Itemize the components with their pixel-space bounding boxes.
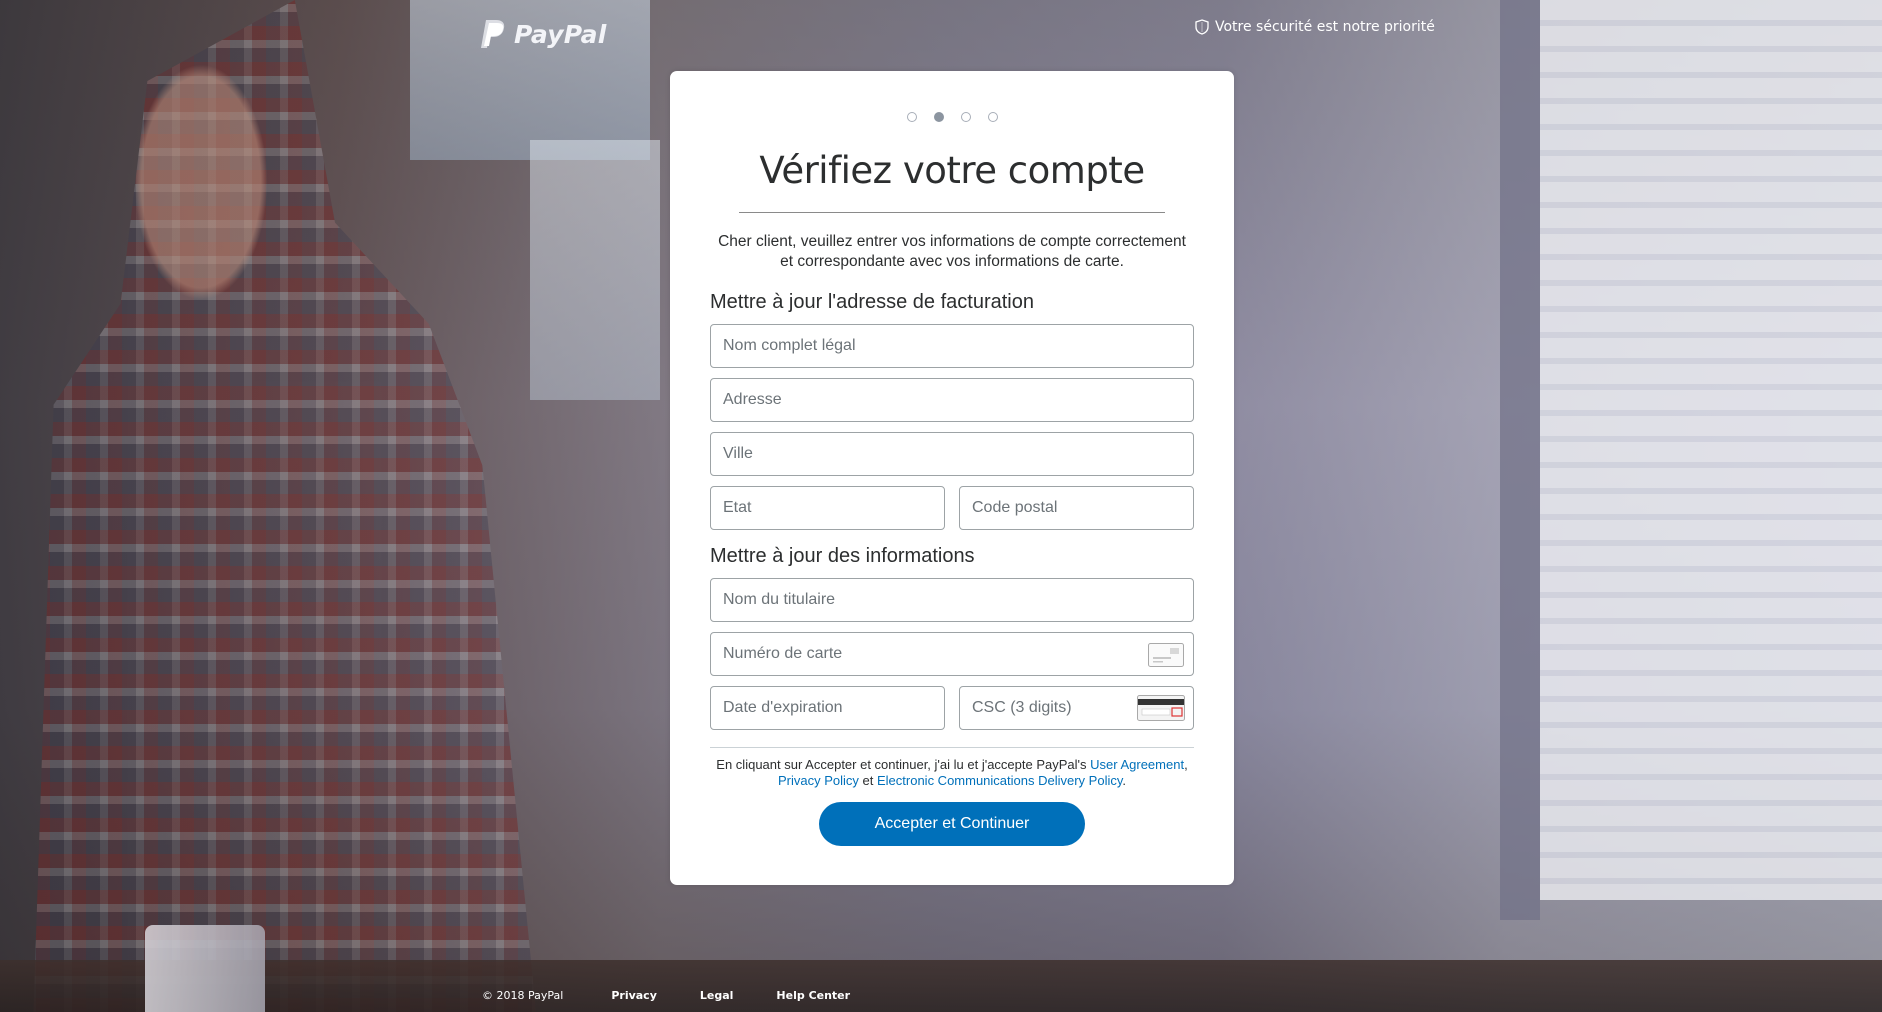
city-input[interactable] (711, 433, 1193, 475)
full-name-field[interactable] (710, 324, 1194, 368)
state-field[interactable] (710, 486, 945, 530)
city-field[interactable] (710, 432, 1194, 476)
background-window (530, 140, 660, 400)
card-back-icon (1137, 695, 1185, 721)
cardholder-input[interactable] (711, 579, 1193, 621)
security-notice: Votre sécurité est notre priorité (1195, 19, 1435, 35)
legal-prefix: En cliquant sur Accepter et continuer, j… (716, 757, 1091, 772)
card-number-input[interactable] (711, 633, 1193, 675)
expiry-input[interactable] (711, 687, 944, 729)
paypal-logo-icon (481, 20, 505, 48)
verify-account-card: Vérifiez votre compte Cher client, veuil… (670, 71, 1234, 885)
background-blinds (1540, 0, 1882, 900)
billing-heading: Mettre à jour l'adresse de facturation (710, 291, 1034, 313)
step-dot (987, 112, 998, 122)
accept-continue-button[interactable]: Accepter et Continuer (819, 802, 1085, 846)
privacy-policy-link[interactable]: Privacy Policy (778, 773, 859, 788)
user-agreement-link[interactable]: User Agreement (1090, 757, 1184, 772)
csc-field[interactable] (959, 686, 1194, 730)
address-input[interactable] (711, 379, 1193, 421)
background-table (0, 960, 1882, 1012)
intro-text: Cher client, veuillez entrer vos informa… (718, 233, 1186, 270)
legal-divider (710, 747, 1194, 748)
paypal-logo-text: PayPal (514, 19, 607, 49)
step-indicator (670, 112, 1234, 122)
paypal-logo[interactable]: PayPal (480, 18, 606, 50)
credit-card-icon (1148, 643, 1184, 667)
card-info-heading: Mettre à jour des informations (710, 545, 975, 567)
security-text: Votre sécurité est notre priorité (1215, 19, 1435, 35)
postal-code-input[interactable] (960, 487, 1193, 529)
footer-link-privacy[interactable]: Privacy (611, 989, 657, 1002)
footer-link-help-center[interactable]: Help Center (776, 989, 850, 1002)
page-title: Vérifiez votre compte (759, 149, 1145, 192)
footer-copyright: © 2018 PayPal (482, 989, 564, 1002)
card-number-field[interactable] (710, 632, 1194, 676)
title-divider (739, 212, 1165, 213)
address-field[interactable] (710, 378, 1194, 422)
ecd-policy-link[interactable]: Electronic Communications Delivery Polic… (877, 773, 1122, 788)
step-dot-active (933, 112, 944, 122)
step-dot (960, 112, 971, 122)
legal-and: et (858, 773, 877, 788)
legal-notice: En cliquant sur Accepter et continuer, j… (710, 757, 1194, 789)
footer: © 2018 PayPal Privacy Legal Help Center (482, 989, 893, 1002)
legal-comma: , (1184, 757, 1188, 772)
state-input[interactable] (711, 487, 944, 529)
background-frame (1500, 0, 1540, 920)
step-dot (906, 112, 917, 122)
background-mug (145, 925, 265, 1012)
legal-period: . (1122, 773, 1127, 788)
expiry-field[interactable] (710, 686, 945, 730)
postal-code-field[interactable] (959, 486, 1194, 530)
shield-icon (1195, 19, 1209, 35)
footer-link-legal[interactable]: Legal (700, 989, 734, 1002)
cardholder-field[interactable] (710, 578, 1194, 622)
full-name-input[interactable] (711, 325, 1193, 367)
